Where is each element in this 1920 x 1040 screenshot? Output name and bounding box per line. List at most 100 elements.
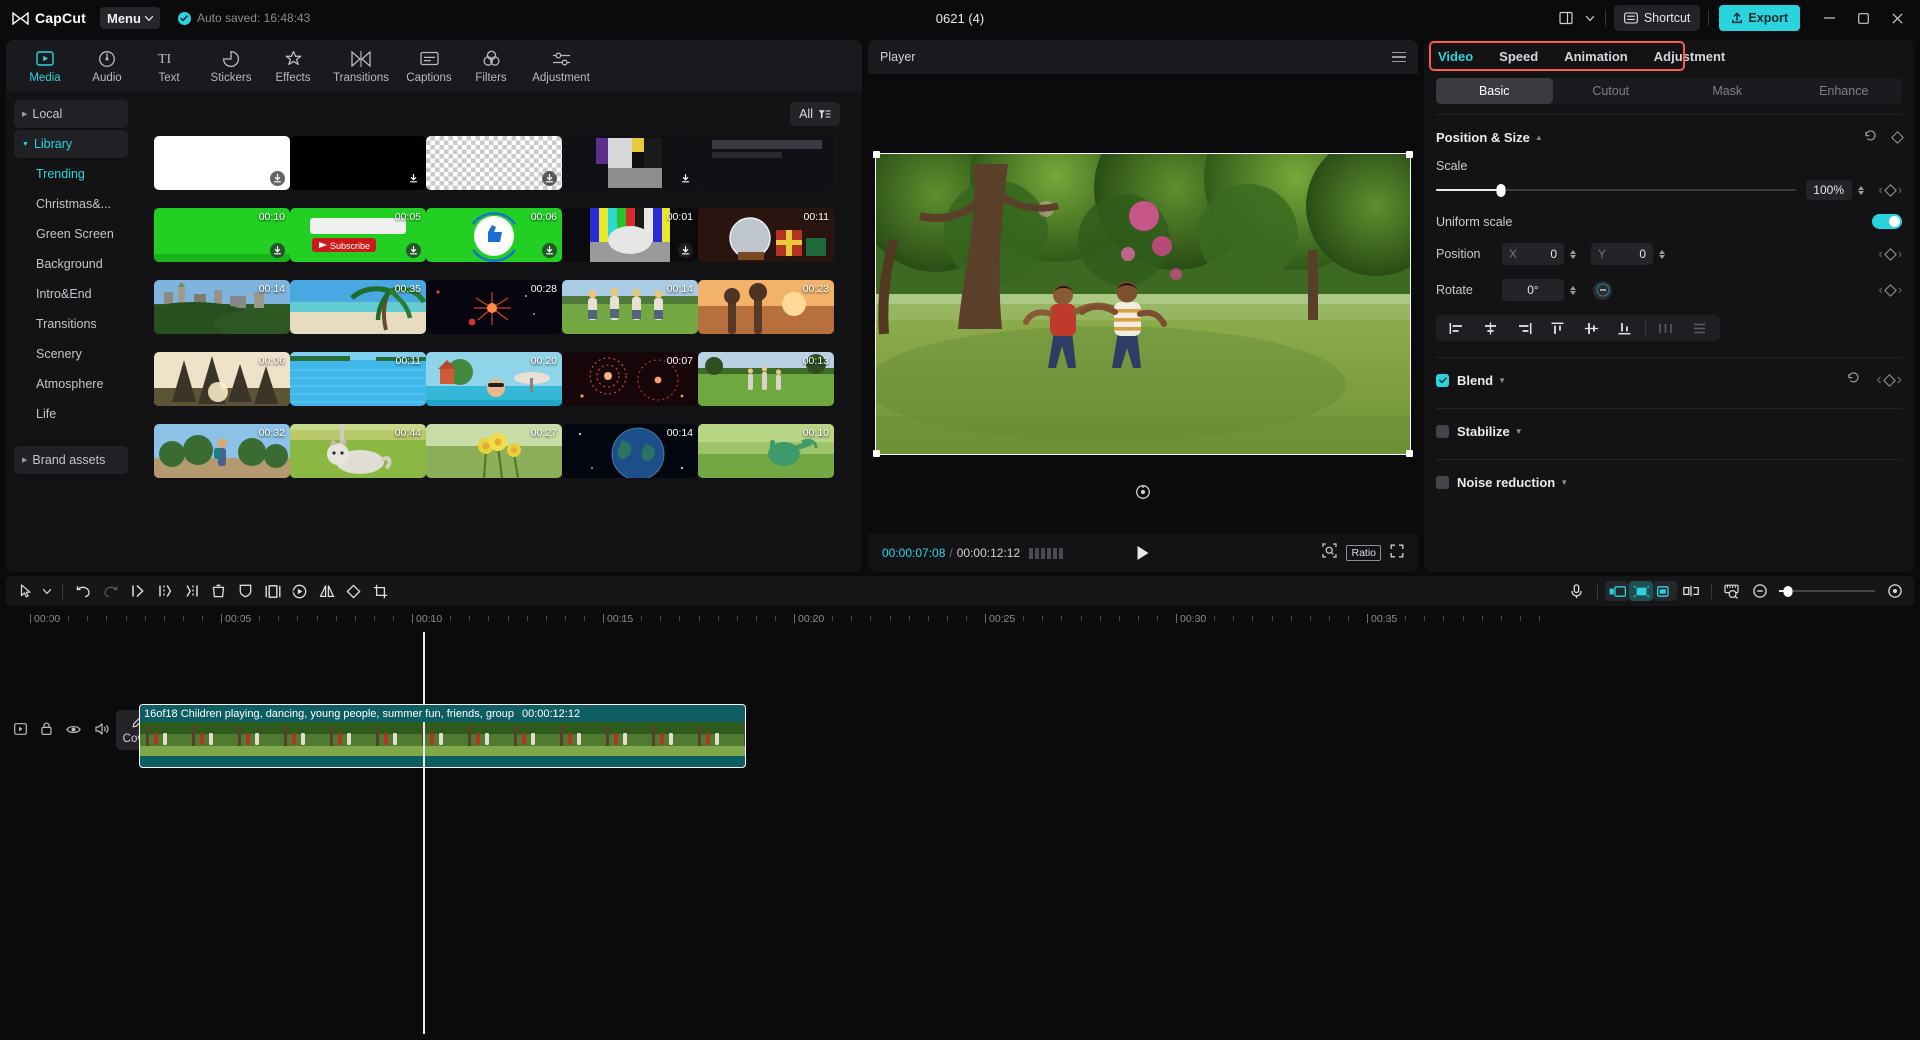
keyframe-diamond-icon[interactable]: [1884, 248, 1897, 261]
media-item[interactable]: 00:06: [154, 352, 290, 406]
media-item[interactable]: 00:20: [426, 352, 562, 406]
select-cursor-icon[interactable]: [12, 579, 39, 603]
rotate-field[interactable]: 0°: [1502, 279, 1564, 301]
resize-handle-tr[interactable]: [1406, 151, 1413, 158]
chevron-down-icon[interactable]: ▼: [1498, 376, 1506, 385]
tab-captions[interactable]: Captions: [398, 42, 460, 90]
timeline-clip[interactable]: 16of18 Children playing, dancing, young …: [139, 704, 746, 768]
media-item[interactable]: [426, 136, 562, 190]
close-button[interactable]: [1880, 3, 1914, 33]
tab-effects[interactable]: Effects: [262, 42, 324, 90]
tab-stickers[interactable]: Stickers: [200, 42, 262, 90]
mirror-icon[interactable]: [313, 579, 340, 603]
distribute-v-icon[interactable]: [1682, 316, 1716, 340]
download-icon[interactable]: [678, 243, 693, 258]
delete-icon[interactable]: [205, 579, 232, 603]
stabilize-checkbox[interactable]: [1436, 425, 1449, 438]
tab-speed[interactable]: Speed: [1499, 49, 1538, 64]
media-item[interactable]: 00:14: [154, 280, 290, 334]
record-mic-icon[interactable]: [1563, 579, 1590, 603]
playhead[interactable]: [423, 632, 425, 1034]
sidebar-item-transitions[interactable]: Transitions: [14, 310, 128, 338]
rotate-icon[interactable]: [340, 579, 367, 603]
chevron-down-icon[interactable]: ▼: [1515, 427, 1523, 436]
keyframe-prev-icon[interactable]: ‹: [1876, 371, 1881, 389]
dropdown-caret-icon[interactable]: [39, 579, 55, 603]
tab-adjustment[interactable]: Adjustment: [1654, 49, 1726, 64]
crop-icon[interactable]: [367, 579, 394, 603]
scale-stepper[interactable]: [1855, 186, 1867, 195]
slider-knob[interactable]: [1783, 586, 1792, 597]
chevron-down-icon[interactable]: ▼: [1560, 478, 1568, 487]
scale-slider[interactable]: [1436, 183, 1796, 197]
position-x-field[interactable]: X 0: [1502, 243, 1564, 265]
snap-start-icon[interactable]: [1605, 581, 1629, 601]
subtab-basic[interactable]: Basic: [1436, 78, 1553, 104]
align-bottom-icon[interactable]: [1608, 316, 1642, 340]
split-track-icon[interactable]: [1677, 579, 1704, 603]
media-item[interactable]: 00:14: [562, 424, 698, 478]
media-item[interactable]: [290, 136, 426, 190]
rotate-reset-icon[interactable]: [1135, 484, 1151, 500]
media-item[interactable]: 00:27: [426, 424, 562, 478]
media-item[interactable]: 00:10: [154, 208, 290, 262]
snap-center-icon[interactable]: [1629, 581, 1653, 601]
subtab-mask[interactable]: Mask: [1669, 78, 1786, 104]
align-top-icon[interactable]: [1541, 316, 1575, 340]
sidebar-item-life[interactable]: Life: [14, 400, 128, 428]
tab-transitions[interactable]: Transitions: [324, 42, 398, 90]
hamburger-icon[interactable]: [1392, 52, 1406, 63]
current-timecode[interactable]: 00:00:07:08: [882, 546, 945, 560]
media-item[interactable]: 00:11: [290, 352, 426, 406]
keyframe-prev-icon[interactable]: ‹: [1879, 183, 1883, 197]
shortcut-button[interactable]: Shortcut: [1614, 5, 1701, 31]
crop-frames-icon[interactable]: [259, 579, 286, 603]
keyframe-diamond-icon[interactable]: [1891, 131, 1904, 144]
sidebar-item-christmas[interactable]: Christmas&...: [14, 190, 128, 218]
redo-icon[interactable]: [97, 579, 124, 603]
lock-icon[interactable]: [41, 722, 52, 740]
keyframe-prev-icon[interactable]: ‹: [1879, 247, 1883, 261]
timeline-ruler[interactable]: 00:0000:0500:1000:1500:2000:2500:3000:35: [6, 610, 1914, 632]
position-y-field[interactable]: Y 0: [1591, 243, 1653, 265]
trim-right-icon[interactable]: [178, 579, 205, 603]
timeline-canvas[interactable]: 16of18 Children playing, dancing, young …: [111, 632, 1914, 1034]
reset-icon[interactable]: [1847, 371, 1860, 389]
zoom-fit-icon[interactable]: [1881, 579, 1908, 603]
media-item[interactable]: 00:44: [290, 424, 426, 478]
undo-icon[interactable]: [70, 579, 97, 603]
rotate-dial-icon[interactable]: [1593, 281, 1612, 300]
zoom-out-icon[interactable]: [1746, 579, 1773, 603]
align-right-icon[interactable]: [1507, 316, 1541, 340]
maximize-button[interactable]: [1846, 3, 1880, 33]
chevron-up-icon[interactable]: ▲: [1535, 133, 1543, 142]
zoom-fit-icon[interactable]: [1322, 543, 1337, 563]
blend-checkbox[interactable]: [1436, 374, 1449, 387]
tab-animation[interactable]: Animation: [1564, 49, 1628, 64]
media-item[interactable]: 00:32: [154, 424, 290, 478]
layout-icon[interactable]: [1553, 5, 1581, 31]
download-icon[interactable]: [270, 171, 285, 186]
eye-icon[interactable]: [66, 722, 81, 740]
media-item[interactable]: [698, 136, 834, 190]
snap-end-icon[interactable]: [1653, 581, 1677, 601]
trim-left-icon[interactable]: [151, 579, 178, 603]
slider-knob[interactable]: [1496, 184, 1505, 197]
sidebar-item-intro-end[interactable]: Intro&End: [14, 280, 128, 308]
keyframe-diamond-icon[interactable]: [1883, 374, 1896, 387]
subtab-enhance[interactable]: Enhance: [1786, 78, 1903, 104]
mask-shield-icon[interactable]: [232, 579, 259, 603]
layout-chevron-down-icon[interactable]: [1583, 5, 1597, 31]
export-button[interactable]: Export: [1719, 5, 1800, 31]
media-item[interactable]: 00:01: [562, 208, 698, 262]
download-icon[interactable]: [542, 243, 557, 258]
media-item[interactable]: 00:06: [426, 208, 562, 262]
download-icon[interactable]: [406, 171, 421, 186]
rotate-stepper[interactable]: [1567, 286, 1579, 295]
media-item[interactable]: 00:07: [562, 352, 698, 406]
download-icon[interactable]: [678, 171, 693, 186]
sidebar-item-atmosphere[interactable]: Atmosphere: [14, 370, 128, 398]
volume-icon[interactable]: [95, 722, 109, 740]
keyframe-next-icon[interactable]: ›: [1897, 371, 1902, 389]
keyframe-next-icon[interactable]: ›: [1898, 247, 1902, 261]
